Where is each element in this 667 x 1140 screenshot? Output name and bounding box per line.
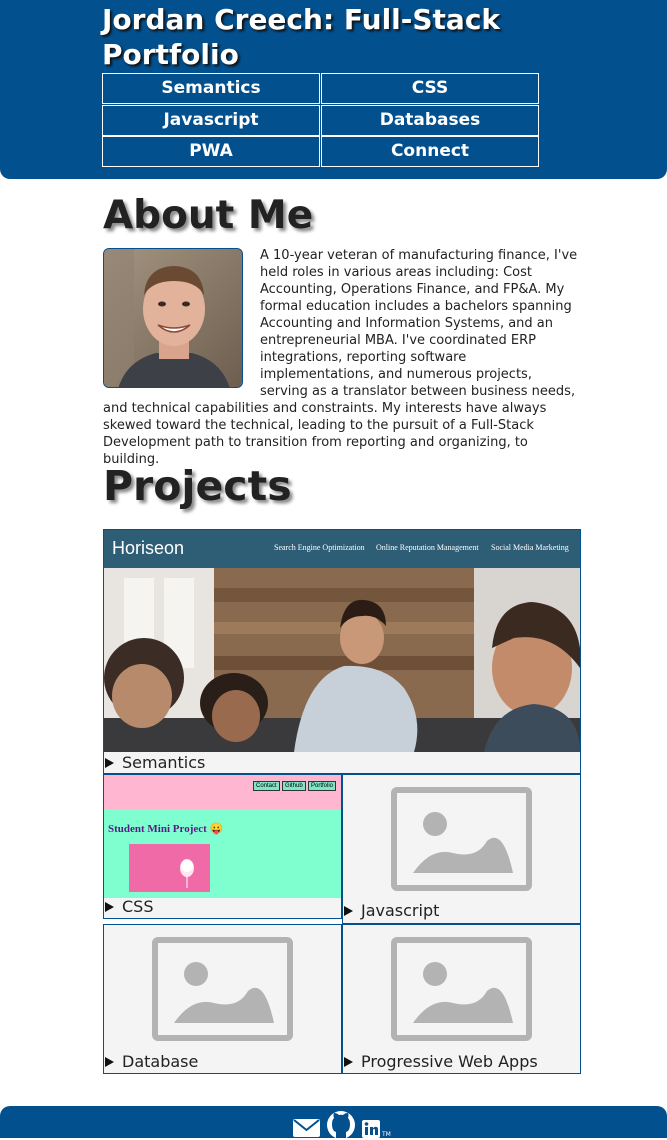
nav-javascript[interactable]: Javascript <box>102 105 320 136</box>
horiseon-link: Social Media Marketing <box>491 543 569 552</box>
preview-contact-button: Contact <box>253 781 280 791</box>
nav-connect[interactable]: Connect <box>321 136 539 167</box>
image-placeholder-icon <box>391 937 532 1041</box>
cotton-candy-image <box>129 844 210 892</box>
project-label: CSS <box>104 897 153 917</box>
nav-css[interactable]: CSS <box>321 73 539 104</box>
profile-photo <box>103 248 243 388</box>
project-card-css[interactable]: Contact Github Portfolio Student Mini Pr… <box>103 774 342 919</box>
preview-title: Student Mini Project 😛 <box>108 823 224 835</box>
css-preview-body: Student Mini Project 😛 <box>104 809 341 898</box>
site-header: Jordan Creech: Full-Stack Portfolio Sema… <box>0 0 667 179</box>
project-card-database[interactable]: Database <box>103 924 342 1074</box>
horiseon-brand: Horiseon <box>112 538 185 558</box>
svg-text:TM: TM <box>381 1131 391 1138</box>
project-card-semantics[interactable]: Horiseon Search Engine Optimization Onli… <box>103 529 581 774</box>
image-placeholder-icon <box>391 787 532 891</box>
disclosure-triangle-icon <box>105 758 114 768</box>
image-placeholder-icon <box>152 937 293 1041</box>
disclosure-triangle-icon <box>344 906 353 916</box>
preview-portfolio-button: Portfolio <box>308 781 337 791</box>
project-card-pwa[interactable]: Progressive Web Apps <box>342 924 581 1074</box>
main-nav: Semantics CSS Javascript Databases PWA C… <box>102 73 540 168</box>
mail-icon[interactable] <box>293 1119 320 1137</box>
about-heading: About Me <box>103 193 314 238</box>
project-label: Semantics <box>104 753 205 773</box>
nav-databases[interactable]: Databases <box>321 105 539 136</box>
project-card-javascript[interactable]: Javascript <box>342 774 581 924</box>
site-footer: TM <box>0 1106 667 1140</box>
disclosure-triangle-icon <box>105 1057 114 1067</box>
disclosure-triangle-icon <box>105 902 114 912</box>
github-icon[interactable] <box>326 1110 356 1140</box>
project-label: Database <box>104 1052 198 1072</box>
linkedin-icon[interactable]: TM <box>362 1120 396 1138</box>
about-section: A 10-year veteran of manufacturing finan… <box>103 247 579 468</box>
site-title: Jordan Creech: Full-Stack Portfolio <box>102 3 501 71</box>
preview-github-button: Github <box>282 781 306 791</box>
horiseon-preview-header: Horiseon Search Engine Optimization Onli… <box>104 530 580 568</box>
css-preview-topbar: Contact Github Portfolio <box>104 775 341 809</box>
nav-pwa[interactable]: PWA <box>102 136 320 167</box>
project-label: Progressive Web Apps <box>343 1052 538 1072</box>
projects-heading: Projects <box>103 462 292 510</box>
team-meeting-photo <box>104 568 580 752</box>
horiseon-link: Search Engine Optimization <box>274 543 365 552</box>
disclosure-triangle-icon <box>344 1057 353 1067</box>
horiseon-link: Online Reputation Management <box>376 543 479 552</box>
project-label: Javascript <box>343 901 439 921</box>
nav-semantics[interactable]: Semantics <box>102 73 320 104</box>
